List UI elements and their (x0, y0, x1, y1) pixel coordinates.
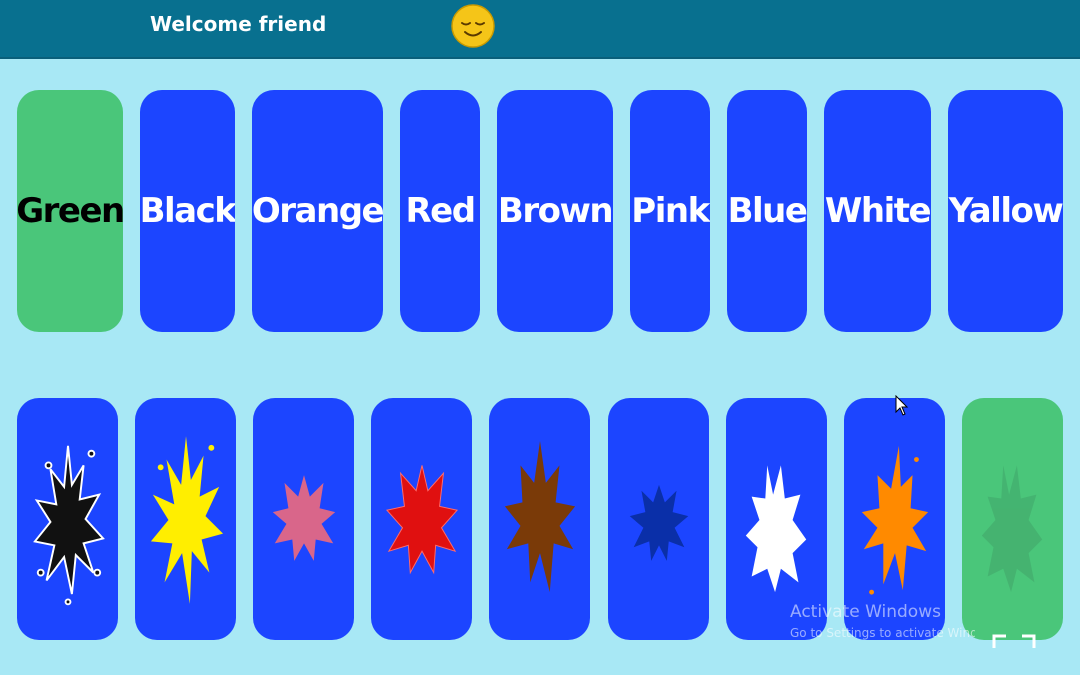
blue-paint-splash-icon (629, 484, 688, 561)
black-paint-splash-icon (32, 445, 105, 606)
word-card-brown[interactable]: Brown (497, 90, 613, 332)
splash-card-brown[interactable] (489, 398, 590, 640)
watermark-subtitle: Go to Settings to activate Windows. (790, 626, 975, 640)
splash-card-pink[interactable] (253, 398, 354, 640)
word-card-label: Pink (631, 191, 710, 231)
word-card-red[interactable]: Red (400, 90, 480, 332)
orange-paint-splash-icon (861, 445, 928, 595)
pink-paint-splash-icon (272, 475, 335, 561)
word-card-label: Red (405, 191, 476, 231)
watermark-title: Activate Windows (790, 602, 941, 622)
brown-paint-splash-icon (504, 441, 575, 593)
welcome-text: Welcome friend (150, 12, 327, 36)
word-card-orange[interactable]: Orange (252, 90, 383, 332)
red-paint-splash-icon (385, 465, 458, 575)
word-card-blue[interactable]: Blue (727, 90, 807, 332)
relieved-face-icon (451, 4, 495, 48)
word-card-black[interactable]: Black (140, 90, 235, 332)
screen-capture-corner-icon (992, 634, 1036, 648)
word-card-label: Black (140, 191, 235, 231)
mouse-cursor-icon (895, 395, 909, 416)
word-card-label: Blue (727, 191, 807, 231)
splash-card-green[interactable] (962, 398, 1063, 640)
splash-card-blue[interactable] (608, 398, 709, 640)
splash-card-red[interactable] (371, 398, 472, 640)
word-card-label: Orange (252, 191, 383, 231)
activate-windows-watermark: Activate Windows Go to Settings to activ… (790, 602, 975, 640)
top-bar: Welcome friend (0, 0, 1080, 59)
word-card-white[interactable]: White (824, 90, 931, 332)
yellow-paint-splash-icon (150, 436, 223, 604)
word-card-yallow[interactable]: Yallow (948, 90, 1063, 332)
green-paint-splash-icon (981, 465, 1042, 593)
word-card-label: Yallow (948, 191, 1063, 231)
word-card-label: White (824, 191, 931, 231)
word-card-label: Brown (497, 191, 613, 231)
word-card-green[interactable]: Green (17, 90, 123, 332)
word-card-pink[interactable]: Pink (630, 90, 710, 332)
white-paint-splash-icon (745, 465, 806, 593)
splash-card-yellow[interactable] (135, 398, 236, 640)
splash-card-black[interactable] (17, 398, 118, 640)
word-card-label: Green (17, 191, 123, 231)
